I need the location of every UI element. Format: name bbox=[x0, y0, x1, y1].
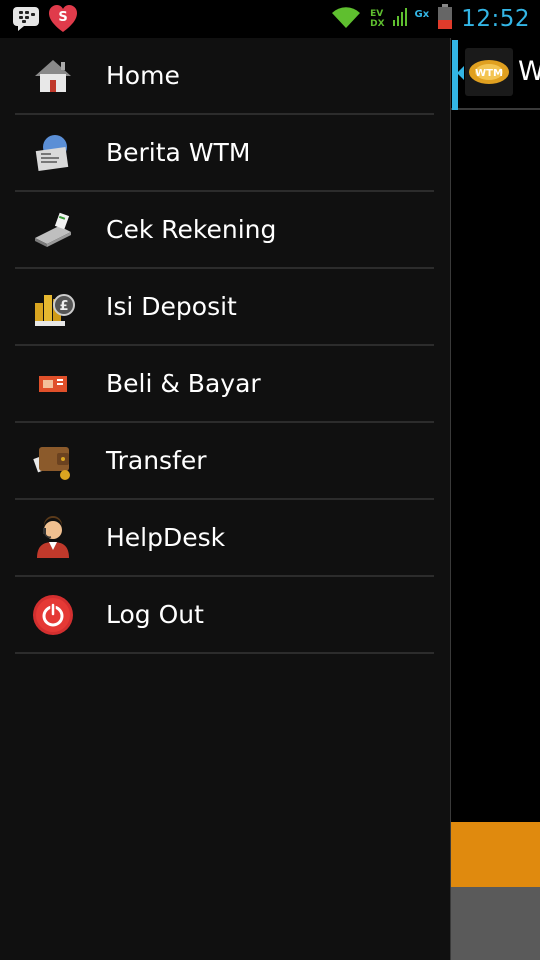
navigation-drawer: Home Berita WTM Cek Rekening £ Isi Depos… bbox=[0, 38, 450, 960]
app-logo-text: WTM bbox=[475, 68, 503, 79]
network-top-label: EV bbox=[370, 9, 384, 19]
network-bottom-label: DX bbox=[370, 19, 385, 29]
orange-panel[interactable] bbox=[451, 822, 540, 887]
gray-panel[interactable] bbox=[451, 887, 540, 960]
menu-item-cek-rekening[interactable]: Cek Rekening bbox=[15, 192, 434, 269]
menu-item-label: Cek Rekening bbox=[106, 215, 277, 244]
wifi-icon bbox=[330, 5, 362, 33]
signal-icon bbox=[392, 6, 407, 32]
svg-text:£: £ bbox=[59, 299, 68, 314]
gx-label: Gx bbox=[414, 8, 430, 20]
menu-item-home[interactable]: Home bbox=[15, 38, 434, 115]
card-reader-icon bbox=[31, 208, 75, 252]
clock: 12:52 bbox=[461, 6, 530, 32]
menu-item-label: Berita WTM bbox=[106, 138, 251, 167]
main-content: WTM W bbox=[450, 38, 540, 960]
menu-item-berita-wtm[interactable]: Berita WTM bbox=[15, 115, 434, 192]
menu-item-label: Transfer bbox=[106, 446, 207, 475]
bbm-icon bbox=[12, 6, 40, 36]
power-icon bbox=[31, 593, 75, 637]
network-indicator: EV DX bbox=[370, 9, 384, 29]
drawer-caret-icon bbox=[457, 66, 464, 80]
app-logo[interactable]: WTM bbox=[465, 48, 513, 96]
home-icon bbox=[31, 54, 75, 98]
svg-text:S: S bbox=[58, 10, 67, 25]
menu-item-label: Isi Deposit bbox=[106, 292, 237, 321]
coins-icon: £ bbox=[31, 285, 75, 329]
menu-item-transfer[interactable]: Transfer bbox=[15, 423, 434, 500]
news-icon bbox=[31, 131, 75, 175]
battery-icon bbox=[437, 4, 453, 34]
sfree-icon: S bbox=[48, 4, 78, 38]
support-agent-icon bbox=[31, 515, 75, 560]
menu-item-helpdesk[interactable]: HelpDesk bbox=[15, 500, 434, 577]
menu-item-label: Home bbox=[106, 61, 180, 90]
action-bar: WTM W bbox=[451, 38, 540, 110]
sim-card-icon bbox=[31, 362, 75, 406]
menu-item-isi-deposit[interactable]: £ Isi Deposit bbox=[15, 269, 434, 346]
menu-item-label: HelpDesk bbox=[106, 523, 226, 552]
status-bar: S EV DX Gx 12:52 bbox=[0, 0, 540, 38]
menu-item-label: Log Out bbox=[106, 600, 204, 629]
menu-item-log-out[interactable]: Log Out bbox=[15, 577, 434, 654]
wallet-icon bbox=[31, 439, 75, 483]
menu-item-label: Beli & Bayar bbox=[106, 369, 261, 398]
action-bar-title: W bbox=[518, 56, 540, 87]
menu-item-beli-bayar[interactable]: Beli & Bayar bbox=[15, 346, 434, 423]
